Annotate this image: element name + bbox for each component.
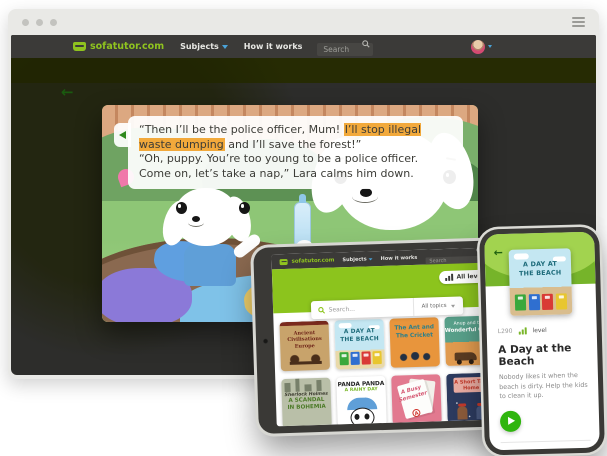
nav-subjects[interactable]: Subjects bbox=[180, 42, 228, 51]
phone-screen: ← A DAY ATTHE BEACH L290 level A Day at … bbox=[484, 232, 600, 451]
phone-mockup: ← A DAY ATTHE BEACH L290 level A Day at … bbox=[479, 226, 605, 455]
book-detail-body: L290 level A Day at the Beach Nobody lik… bbox=[498, 326, 592, 451]
couch-icon bbox=[279, 258, 287, 264]
book-cover-a-day-at-the-beach[interactable]: A DAY ATTHE BEACH bbox=[334, 319, 385, 370]
navbar-search bbox=[317, 37, 373, 56]
window-controls[interactable] bbox=[22, 19, 57, 26]
chevron-down-icon bbox=[369, 258, 373, 260]
sofatutor-logo[interactable]: sofatutor.com bbox=[73, 41, 164, 52]
level-meta: L290 level bbox=[498, 326, 588, 335]
browser-chrome bbox=[8, 9, 599, 35]
cover-art bbox=[335, 351, 384, 366]
play-back-icon bbox=[119, 131, 126, 139]
story-paragraph: “Oh, puppy. You’re too young to be a pol… bbox=[139, 152, 452, 181]
read-aloud-button[interactable] bbox=[114, 123, 131, 147]
play-button[interactable] bbox=[500, 410, 522, 432]
cover-art bbox=[457, 406, 467, 419]
chevron-down-icon bbox=[488, 45, 492, 48]
window-control-dot[interactable] bbox=[50, 19, 57, 26]
search-icon bbox=[318, 306, 325, 313]
panda-art bbox=[350, 407, 375, 426]
book-cover-a-day-at-the-beach[interactable]: A DAY ATTHE BEACH bbox=[509, 248, 573, 316]
sofatutor-logo[interactable]: sofatutor.com bbox=[279, 257, 334, 265]
lexile-code: L290 bbox=[498, 328, 513, 335]
nav-how-it-works[interactable]: How it works bbox=[244, 42, 303, 51]
cover-art bbox=[339, 323, 352, 328]
hero-banner: All levels All topics bbox=[272, 262, 500, 313]
book-search-input[interactable] bbox=[329, 304, 399, 313]
site-navbar: sofatutor.com Subjects How it works bbox=[11, 35, 596, 58]
chevron-down-icon bbox=[222, 45, 228, 49]
tablet-camera bbox=[263, 338, 268, 343]
book-title: A Day at the Beach bbox=[498, 342, 589, 368]
avatar[interactable] bbox=[471, 40, 485, 54]
browser-menu-icon[interactable] bbox=[572, 17, 585, 27]
book-grid: AncientCivilisationsEurope A DAY ATTHE B… bbox=[273, 306, 503, 426]
tablet-mockup: sofatutor.com Subjects How it works All … bbox=[253, 240, 511, 434]
book-cover-the-ant-and-the-cricket[interactable]: The Ant andThe Cricket bbox=[389, 317, 440, 368]
story-text-box: “Then I’ll be the police officer, Mum! I… bbox=[128, 116, 463, 189]
nav-how-it-works[interactable]: How it works bbox=[381, 254, 418, 261]
book-cover-panda-panda[interactable]: PANDA PANDA A RAINY DAY bbox=[336, 376, 387, 426]
level-label: level bbox=[532, 327, 546, 334]
cover-art bbox=[398, 351, 431, 362]
window-control-dot[interactable] bbox=[36, 19, 43, 26]
book-cover-scandal-in-bohemia[interactable]: Sherlock Holmes A SCANDALIN BOHEMIA bbox=[281, 378, 332, 427]
search-icon[interactable] bbox=[362, 40, 370, 48]
book-cover-a-busy-semester[interactable]: A BusySemester A bbox=[391, 374, 442, 425]
account-menu[interactable] bbox=[471, 40, 492, 54]
chevron-down-icon bbox=[451, 304, 455, 307]
cover-art bbox=[514, 253, 529, 259]
book-description: Nobody likes it when the beach is dirty.… bbox=[499, 371, 590, 402]
back-arrow-icon[interactable]: ← bbox=[494, 246, 504, 259]
play-icon bbox=[508, 417, 515, 425]
logo-text: sofatutor.com bbox=[90, 41, 164, 52]
divider bbox=[501, 440, 591, 443]
puppy-child-illustration bbox=[164, 180, 264, 292]
story-paragraph: “Then I’ll be the police officer, Mum! I… bbox=[139, 123, 452, 152]
level-chart-icon bbox=[445, 274, 453, 281]
cover-art bbox=[455, 352, 477, 361]
all-topics-dropdown[interactable]: All topics bbox=[412, 296, 463, 316]
tablet-screen: sofatutor.com Subjects How it works All … bbox=[271, 247, 503, 426]
book-cover-ancient-civilisations[interactable]: AncientCivilisationsEurope bbox=[279, 321, 330, 372]
back-arrow-icon[interactable]: ← bbox=[61, 83, 74, 101]
level-chart-icon bbox=[518, 327, 526, 334]
couch-icon bbox=[73, 42, 86, 51]
cover-art bbox=[281, 378, 330, 393]
nav-subjects[interactable]: Subjects bbox=[342, 256, 372, 263]
similar-books-heading: Similar Books bbox=[501, 449, 591, 451]
window-control-dot[interactable] bbox=[22, 19, 29, 26]
cover-art bbox=[288, 354, 323, 367]
cover-art bbox=[510, 293, 572, 311]
